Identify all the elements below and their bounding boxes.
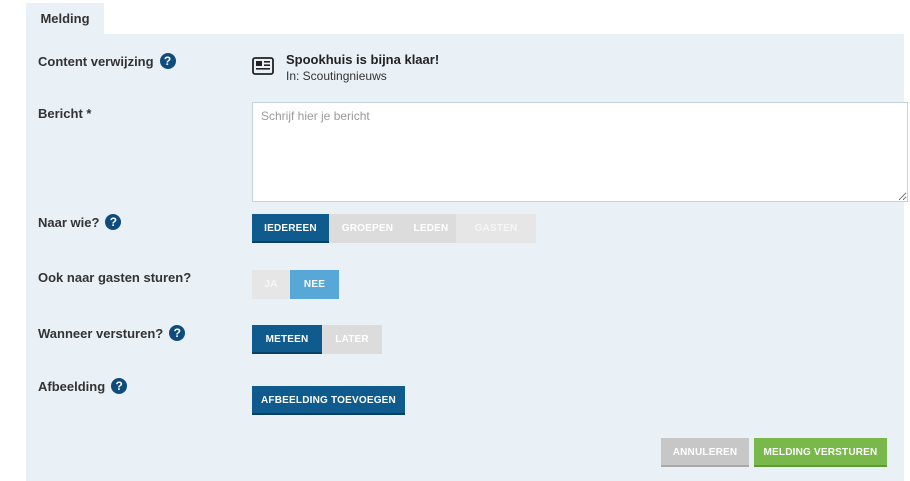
help-icon[interactable]: ? bbox=[159, 53, 176, 69]
when-option-later[interactable]: LATER bbox=[322, 325, 382, 354]
when-option-meteen[interactable]: METEEN bbox=[252, 325, 322, 354]
notification-form: Content verwijzing ? Spookhuis is bijna … bbox=[26, 34, 908, 481]
when-label-text: Wanneer versturen? bbox=[38, 325, 164, 341]
recipients-label-text: Naar wie? bbox=[38, 214, 100, 230]
recipients-segmented-control: IEDEREEN GROEPEN LEDEN GASTEN bbox=[252, 214, 536, 243]
when-label: Wanneer versturen? ? bbox=[38, 325, 186, 341]
guests-segmented-control: JA NEE bbox=[252, 270, 339, 299]
message-input[interactable] bbox=[252, 102, 908, 202]
content-reference: Spookhuis is bijna klaar! In: Scoutingni… bbox=[252, 52, 439, 84]
newspaper-icon bbox=[252, 57, 274, 75]
content-ref-label-text: Content verwijzing bbox=[38, 53, 154, 69]
content-ref-label: Content verwijzing ? bbox=[38, 53, 176, 69]
cancel-button-wrapper: ANNULEREN bbox=[661, 438, 749, 467]
recipients-option-groepen[interactable]: GROEPEN bbox=[329, 214, 406, 243]
guests-option-ja[interactable]: JA bbox=[252, 270, 290, 299]
guests-label: Ook naar gasten sturen? bbox=[38, 270, 192, 285]
help-icon[interactable]: ? bbox=[169, 325, 186, 341]
send-notification-button[interactable]: MELDING VERSTUREN bbox=[754, 438, 887, 467]
cancel-button[interactable]: ANNULEREN bbox=[661, 438, 749, 467]
recipients-label: Naar wie? ? bbox=[38, 214, 122, 230]
recipients-option-leden[interactable]: LEDEN bbox=[406, 214, 456, 243]
content-ref-subtitle: In: Scoutingnieuws bbox=[286, 69, 387, 83]
recipients-option-gasten[interactable]: GASTEN bbox=[456, 214, 536, 243]
add-image-button[interactable]: AFBEELDING TOEVOEGEN bbox=[252, 386, 405, 415]
help-icon[interactable]: ? bbox=[105, 214, 122, 230]
content-ref-title: Spookhuis is bijna klaar! bbox=[286, 52, 440, 67]
message-label: Bericht * bbox=[38, 106, 92, 121]
content-ref-text: Spookhuis is bijna klaar! In: Scoutingni… bbox=[286, 52, 439, 84]
recipients-option-iedereen[interactable]: IEDEREEN bbox=[252, 214, 329, 243]
when-segmented-control: METEEN LATER bbox=[252, 325, 382, 354]
guests-option-nee[interactable]: NEE bbox=[290, 270, 339, 299]
send-button-wrapper: MELDING VERSTUREN bbox=[754, 438, 887, 467]
image-button-wrapper: AFBEELDING TOEVOEGEN bbox=[252, 386, 405, 415]
image-label: Afbeelding ? bbox=[38, 378, 128, 394]
tab-melding[interactable]: Melding bbox=[26, 3, 104, 34]
help-icon[interactable]: ? bbox=[111, 378, 128, 394]
image-label-text: Afbeelding bbox=[38, 378, 106, 394]
